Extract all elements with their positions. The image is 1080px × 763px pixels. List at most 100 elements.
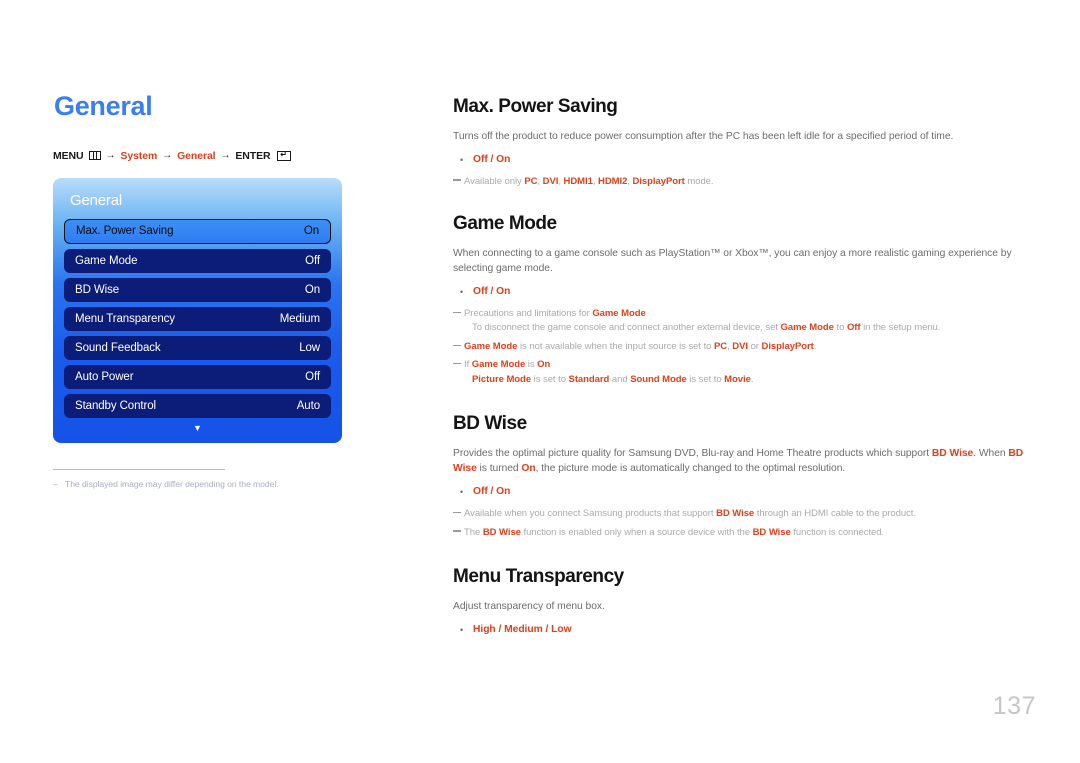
option-bullet: • Off / On [453,485,1031,499]
enter-return-icon: ↵ [276,150,291,161]
note-part: to [833,322,847,334]
note-source-limitation: Game Mode is not available when the inpu… [453,340,1031,353]
page-number: 137 [992,692,1036,720]
osd-row-game-mode[interactable]: Game Mode Off [64,248,331,273]
note-keyword: PC [524,175,538,187]
note-part: or [747,340,762,352]
option-bullet: • High / Medium / Low [453,623,1031,637]
osd-row-label: Menu Transparency [75,312,175,325]
breadcrumb-enter-label: ENTER [235,149,271,162]
option-values: High / Medium / Low [473,623,572,635]
breadcrumb-item-system: System [120,149,158,162]
note-part: Precautions and limitations for [464,307,593,319]
osd-row-label: Auto Power [75,370,134,383]
osd-row-max-power-saving[interactable]: Max. Power Saving On [64,218,331,244]
section-body: Turns off the product to reduce power co… [453,130,954,142]
note-part: function is enabled only when a source d… [520,526,753,538]
note-part: If [464,359,472,371]
note-dash-icon [453,340,464,353]
body-part: . When [973,448,1009,460]
note-keyword: DVI [732,340,748,352]
note-subline: Picture Mode is set to Standard and Soun… [464,373,1031,386]
option-bullet: • Off / On [453,153,1031,167]
note-subline: To disconnect the game console and conne… [464,321,1031,334]
note-part: . [750,373,754,385]
osd-row-sound-feedback[interactable]: Sound Feedback Low [64,335,331,360]
option-values: Off / On [473,153,511,165]
bullet-dot-icon: • [460,624,464,635]
note-keyword: Movie [724,373,751,385]
note-part: through an HDMI cable to the product. [754,508,916,520]
body-keyword: BD Wise [931,448,974,460]
left-footnote: – The displayed image may differ dependi… [53,479,303,490]
note-keyword: Game Mode [592,307,646,319]
osd-row-label: Game Mode [75,254,138,267]
note-part: The [464,526,483,538]
note-game-mode-on: If Game Mode is On Picture Mode is set t… [453,358,1031,386]
note-keyword: Game Mode [780,322,834,334]
osd-row-label: Max. Power Saving [76,225,174,238]
note-keyword: BD Wise [752,526,791,538]
footnote-dash: – [53,478,58,489]
section-menu-transparency: Menu Transparency Adjust transparency of… [453,566,1031,637]
body-part: Provides the optimal picture quality for… [453,448,932,460]
note-part: is [525,359,538,371]
osd-row-value: Medium [279,312,320,325]
note-keyword: Game Mode [471,359,526,371]
right-column: Max. Power Saving Turns off the product … [453,96,1031,645]
note-bd-wise-hdmi: Available when you connect Samsung produ… [453,507,1031,520]
note-part: in the setup menu. [860,322,941,334]
note-keyword: Off [846,322,861,334]
note-text: Available when you connect Samsung produ… [464,507,1031,520]
section-title: Game Mode [453,213,557,235]
osd-row-auto-power[interactable]: Auto Power Off [64,364,331,389]
note-text: The BD Wise function is enabled only whe… [464,526,1031,539]
note-bd-wise-source: The BD Wise function is enabled only whe… [453,526,1031,539]
section-title: BD Wise [453,413,527,435]
note-keyword: Game Mode [464,340,518,352]
note-part: is set to [686,373,725,385]
osd-menu-panel: General Max. Power Saving On Game Mode O… [53,177,342,443]
osd-row-bd-wise[interactable]: BD Wise On [64,277,331,302]
note-keyword: BD Wise [716,508,755,520]
chevron-down-icon[interactable]: ▼ [64,423,331,435]
osd-row-value: On [303,225,319,238]
breadcrumb-item-general: General [177,149,216,162]
note-text: Available only PC, DVI, HDMI1, HDMI2, Di… [464,175,1031,188]
note-dash-icon [453,358,464,371]
manual-page: General MENU → System → General → ENTER … [0,0,1080,763]
left-column: General MENU → System → General → ENTER … [53,91,393,490]
option-values: Off / On [473,285,511,297]
section-title: Menu Transparency [453,566,624,588]
note-part: To disconnect the game console and conne… [472,322,781,334]
note-text: Precautions and limitations for Game Mod… [464,307,1031,335]
osd-row-value: Low [299,341,320,354]
osd-row-standby-control[interactable]: Standby Control Auto [64,393,331,418]
note-part: Available when you connect Samsung produ… [464,508,717,520]
breadcrumb-arrow-3: → [220,150,231,162]
osd-row-menu-transparency[interactable]: Menu Transparency Medium [64,306,331,331]
note-part: and [609,373,631,385]
section-max-power-saving: Max. Power Saving Turns off the product … [453,96,1031,188]
body-part: is turned [476,463,522,475]
note-part: . [813,340,817,352]
page-title: General [54,91,153,121]
note-keyword: HDMI1 [563,175,593,187]
note-dash-icon [453,175,464,188]
note-keyword: DisplayPort [632,175,685,187]
note-keyword: Sound Mode [630,373,687,385]
note-keyword: BD Wise [482,526,521,538]
section-body: When connecting to a game console such a… [453,248,1012,275]
note-part: is set to [531,373,569,385]
note-part: is not available when the input source i… [517,340,714,352]
osd-row-value: Auto [296,399,320,412]
note-availability: Available only PC, DVI, HDMI1, HDMI2, Di… [453,175,1031,188]
section-game-mode: Game Mode When connecting to a game cons… [453,213,1031,386]
note-dash-icon [453,307,464,320]
note-keyword: HDMI2 [598,175,628,187]
osd-panel-title: General [70,191,122,209]
osd-row-value: Off [305,370,320,383]
breadcrumb-menu-label: MENU [53,149,84,162]
bullet-dot-icon: • [460,154,464,165]
note-part: function is connected. [790,526,885,538]
